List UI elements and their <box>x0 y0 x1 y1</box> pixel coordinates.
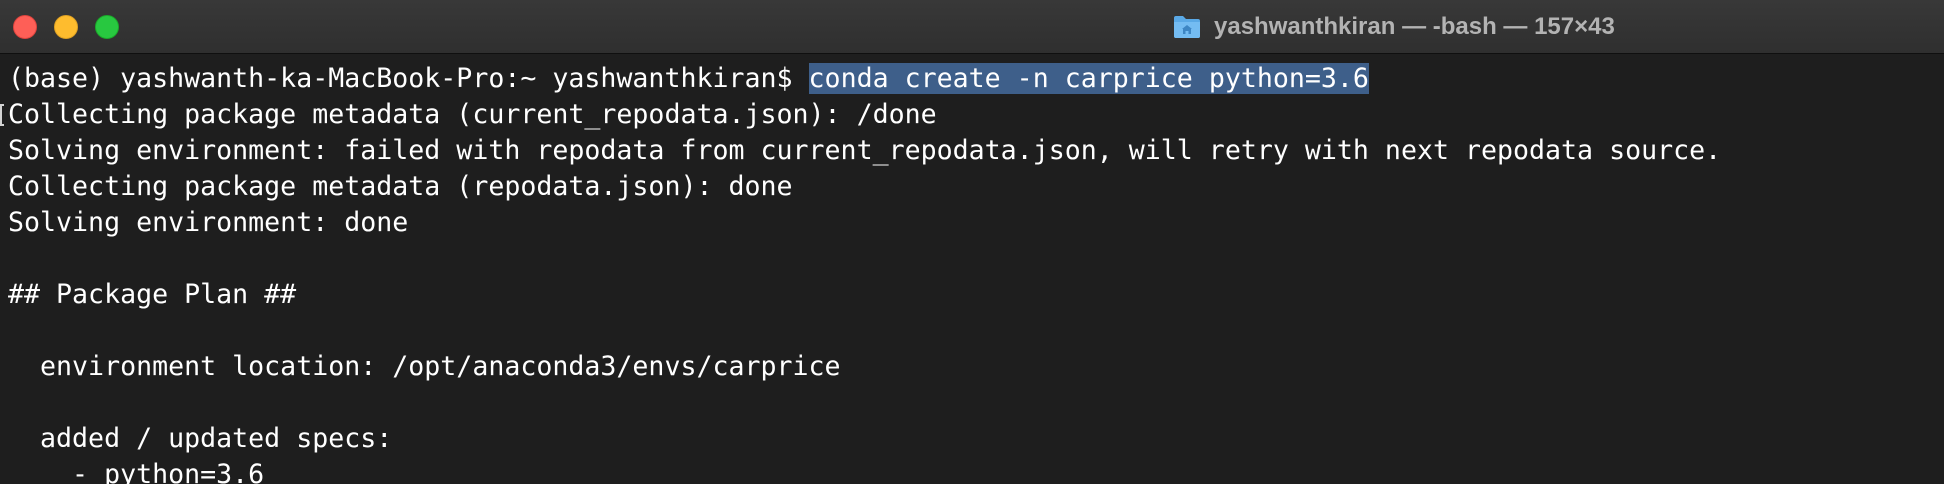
terminal-output[interactable]: (base) yashwanth-ka-MacBook-Pro:~ yashwa… <box>0 61 1944 484</box>
output-line: Collecting package metadata (repodata.js… <box>8 171 793 202</box>
window-title: yashwanthkiran — -bash — 157×43 <box>1214 13 1615 40</box>
prompt-line: (base) yashwanth-ka-MacBook-Pro:~ yashwa… <box>0 61 1944 97</box>
title-bar[interactable]: yashwanthkiran — -bash — 157×43 <box>0 0 1944 54</box>
output-line: added / updated specs: <box>8 423 393 454</box>
selected-command[interactable]: conda create -n carprice python=3.6 <box>808 63 1369 94</box>
output-line: Solving environment: failed with repodat… <box>8 135 1722 166</box>
output-line: ## Package Plan ## <box>8 279 297 310</box>
terminal-window: yashwanthkiran — -bash — 157×43 (base) y… <box>0 0 1944 484</box>
home-folder-icon <box>1174 16 1200 38</box>
text-cursor-marker <box>0 104 4 126</box>
zoom-window-button[interactable] <box>95 15 119 39</box>
shell-prompt: (base) yashwanth-ka-MacBook-Pro:~ yashwa… <box>8 63 809 94</box>
output-line: environment location: /opt/anaconda3/env… <box>8 351 841 382</box>
close-window-button[interactable] <box>13 15 37 39</box>
output-line: - python=3.6 <box>8 459 265 484</box>
output-line: Solving environment: done <box>8 207 409 238</box>
output-line: Collecting package metadata (current_rep… <box>8 99 937 130</box>
window-title-group: yashwanthkiran — -bash — 157×43 <box>1172 11 1615 43</box>
minimize-window-button[interactable] <box>54 15 78 39</box>
